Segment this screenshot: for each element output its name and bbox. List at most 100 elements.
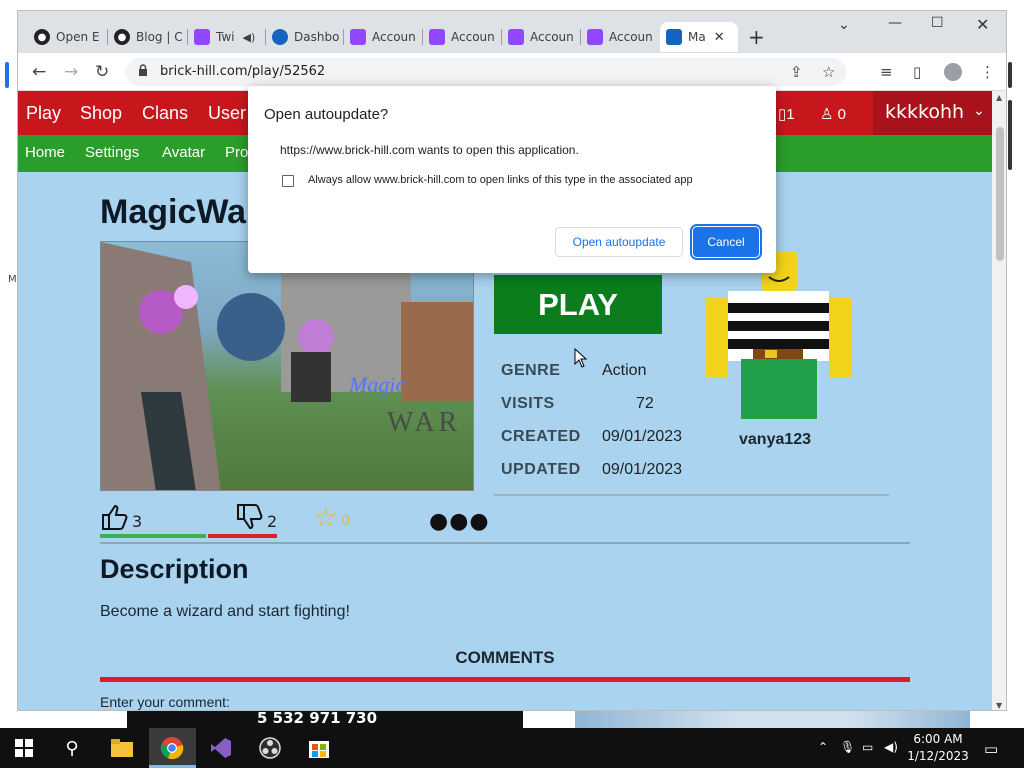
windows-start-icon[interactable] <box>10 734 38 762</box>
tab-label: Blog | C <box>136 30 183 44</box>
nav-play[interactable]: Play <box>26 103 61 124</box>
background-number-strip: 5 532 971 730 <box>127 709 523 729</box>
scroll-down-icon[interactable]: ▼ <box>996 701 1002 710</box>
address-bar[interactable]: brick-hill.com/play/52562 ⇪ ☆ <box>126 58 846 86</box>
obs-icon[interactable] <box>256 734 284 762</box>
network-icon[interactable]: ▭ <box>862 740 873 754</box>
side-panel-icon[interactable]: ▯ <box>913 63 921 81</box>
tab-brick-hill-active[interactable]: Ma ✕ <box>660 22 738 52</box>
star-icon: ☆ <box>314 503 338 533</box>
twitch-icon <box>587 29 603 45</box>
updated-label: UPDATED <box>501 461 581 478</box>
genre-row: GENRE Action <box>501 362 646 380</box>
background-accent <box>5 62 9 88</box>
tab-account[interactable]: Accoun <box>344 22 423 52</box>
menu-icon[interactable]: ⋮ <box>980 63 995 81</box>
volume-icon[interactable]: ◀) <box>884 740 898 754</box>
nav-clans[interactable]: Clans <box>142 103 188 124</box>
chevron-down-icon[interactable]: ⌄ <box>838 17 850 33</box>
always-allow-label[interactable]: Always allow www.brick-hill.com to open … <box>308 174 693 186</box>
lock-icon <box>139 64 147 76</box>
open-app-dialog: Open autoupdate? https://www.brick-hill.… <box>248 86 776 273</box>
subnav-home[interactable]: Home <box>25 144 65 161</box>
avatar-figure <box>706 251 851 419</box>
cancel-button[interactable]: Cancel <box>690 224 762 260</box>
twitch-icon <box>194 29 210 45</box>
friends-count[interactable]: ♙ 0 <box>820 105 846 123</box>
profile-icon[interactable] <box>944 63 962 81</box>
username: kkkkohh <box>885 101 965 123</box>
clock[interactable]: 6:00 AM 1/12/2023 <box>906 731 970 765</box>
open-app-button[interactable]: Open autoupdate <box>555 227 683 257</box>
page-scrollbar[interactable]: ▲ ▼ <box>992 91 1006 710</box>
microsoft-store-icon[interactable] <box>305 734 333 762</box>
maximize-icon[interactable]: ☐ <box>931 15 944 31</box>
close-tab-icon[interactable]: ✕ <box>714 30 725 45</box>
tab-account[interactable]: Accoun <box>581 22 660 52</box>
new-tab-icon[interactable]: + <box>748 25 765 49</box>
obs-icon: ● <box>34 29 50 45</box>
tab-label: Open E <box>56 30 100 44</box>
twitch-icon <box>350 29 366 45</box>
description-text: Become a wizard and start fighting! <box>100 603 350 620</box>
brick-hill-icon <box>666 29 682 45</box>
background-letter: M <box>8 274 17 285</box>
tab-label: Accoun <box>372 30 416 44</box>
always-allow-checkbox[interactable] <box>282 175 294 187</box>
tray-chevron-icon[interactable]: ⌃ <box>818 740 828 754</box>
thumbs-up-icon <box>102 504 128 530</box>
share-icon[interactable]: ⇪ <box>790 63 803 81</box>
comments-heading: COMMENTS <box>455 648 555 667</box>
notification-count[interactable]: ▯1 <box>778 105 795 123</box>
tab-strip: ● Open E ● Blog | C Twi ◀) Dashbo Accoun… <box>18 11 1006 53</box>
tab-account[interactable]: Accoun <box>423 22 502 52</box>
reading-list-icon[interactable]: ≡ <box>880 63 893 81</box>
like-bar <box>100 534 206 538</box>
notification-center-icon[interactable]: ▭ <box>984 740 998 758</box>
chevron-down-icon: ⌄ <box>973 103 985 119</box>
tab-label: Accoun <box>530 30 574 44</box>
chrome-icon[interactable] <box>158 734 186 762</box>
dislike-button[interactable]: 2 <box>235 503 277 531</box>
subnav-profile[interactable]: Pro <box>225 144 248 161</box>
search-icon[interactable]: ⚲ <box>58 734 86 762</box>
game-title: MagicWa <box>100 193 247 231</box>
microphone-icon[interactable]: 🎙 <box>840 740 855 754</box>
subnav-avatar[interactable]: Avatar <box>162 144 205 161</box>
dislike-count: 2 <box>267 511 278 531</box>
scroll-up-icon[interactable]: ▲ <box>996 93 1002 102</box>
tab-open[interactable]: ● Open E <box>28 22 108 52</box>
scroll-thumb[interactable] <box>996 127 1004 261</box>
nav-shop[interactable]: Shop <box>80 103 122 124</box>
genre-value: Action <box>602 362 647 379</box>
visits-row: VISITS 72 <box>501 395 654 413</box>
star-icon[interactable]: ☆ <box>822 63 835 81</box>
creator-name[interactable]: vanya123 <box>739 431 811 449</box>
reload-icon[interactable]: ↻ <box>95 62 109 82</box>
tab-blog[interactable]: ● Blog | C <box>108 22 188 52</box>
url-text: brick-hill.com/play/52562 <box>160 64 326 79</box>
tab-account[interactable]: Accoun <box>502 22 581 52</box>
back-icon[interactable]: ← <box>32 62 46 82</box>
updated-row: UPDATED 09/01/2023 <box>501 461 682 479</box>
play-button[interactable]: PLAY <box>494 275 662 334</box>
file-explorer-icon[interactable] <box>108 734 136 762</box>
twitch-icon <box>508 29 524 45</box>
forward-icon[interactable]: → <box>64 62 78 82</box>
like-button[interactable]: 3 <box>100 503 142 531</box>
speaker-icon[interactable]: ◀) <box>243 31 256 44</box>
tab-label: Dashbo <box>294 30 340 44</box>
more-options-icon[interactable]: ●●● <box>429 509 490 534</box>
tab-twitch[interactable]: Twi ◀) <box>188 22 266 52</box>
creator-avatar[interactable] <box>703 251 853 426</box>
user-menu[interactable]: kkkkohh ⌄ <box>873 91 992 135</box>
close-window-icon[interactable]: ✕ <box>976 15 989 34</box>
visual-studio-icon[interactable] <box>207 734 235 762</box>
nav-users[interactable]: User <box>208 103 246 124</box>
mouse-cursor-icon <box>574 348 588 368</box>
tab-label: Accoun <box>451 30 495 44</box>
tab-dashboard[interactable]: Dashbo <box>266 22 344 52</box>
minimize-icon[interactable]: — <box>888 15 902 31</box>
favorite-button[interactable]: ☆ 0 <box>314 503 350 533</box>
subnav-settings[interactable]: Settings <box>85 144 139 161</box>
